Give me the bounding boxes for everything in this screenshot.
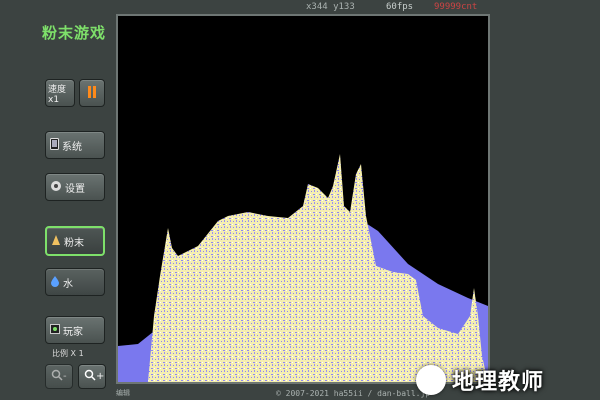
phone-icon	[50, 137, 59, 153]
powder-label: 粉末	[64, 237, 84, 249]
magnifier-plus-icon	[84, 369, 96, 384]
app-title: 粉末游戏	[42, 24, 107, 42]
settings-button[interactable]: 设置	[45, 173, 105, 201]
copyright-credit: © 2007-2021 ha55ii / dan-ball.jp	[276, 389, 431, 398]
speed-button[interactable]: 速度x1	[45, 79, 75, 107]
powder-button[interactable]: 粉末	[45, 226, 105, 256]
game-canvas[interactable]	[116, 14, 490, 384]
zoom-in-label: +	[96, 371, 105, 382]
particle-count: 99999cnt	[434, 2, 478, 12]
cursor-coordinates: x344 y133	[306, 2, 355, 12]
player-button[interactable]: 玩家	[45, 316, 105, 344]
water-button[interactable]: 水	[45, 268, 105, 296]
pause-icon	[87, 85, 97, 101]
watermark-logo-icon	[416, 365, 446, 395]
pause-button[interactable]	[79, 79, 105, 107]
watermark: 地理教师	[416, 360, 600, 400]
gear-icon	[50, 180, 62, 195]
fps-counter: 60fps	[386, 2, 414, 12]
zoom-out-label: -	[63, 371, 67, 382]
edit-label: 编辑	[116, 389, 130, 397]
water-drop-icon	[50, 275, 60, 290]
watermark-text: 地理教师	[452, 370, 545, 395]
sand-scene	[118, 154, 488, 382]
settings-label: 设置	[65, 183, 85, 195]
system-button[interactable]: 系统	[45, 131, 105, 159]
status-bar: x344 y133 60fps 99999cnt	[116, 0, 490, 14]
player-label: 玩家	[63, 326, 83, 338]
powder-pile-icon	[51, 234, 61, 249]
zoom-out-button[interactable]: -	[45, 364, 73, 389]
zoom-in-button[interactable]: +	[78, 364, 106, 389]
player-icon	[50, 323, 60, 337]
magnifier-minus-icon	[51, 369, 63, 384]
system-label: 系统	[62, 141, 82, 153]
powder-mountain	[148, 154, 488, 382]
speed-label: 速度x1	[48, 84, 67, 105]
water-label: 水	[63, 278, 73, 290]
zoom-scale-label: 比例 X 1	[52, 349, 84, 358]
